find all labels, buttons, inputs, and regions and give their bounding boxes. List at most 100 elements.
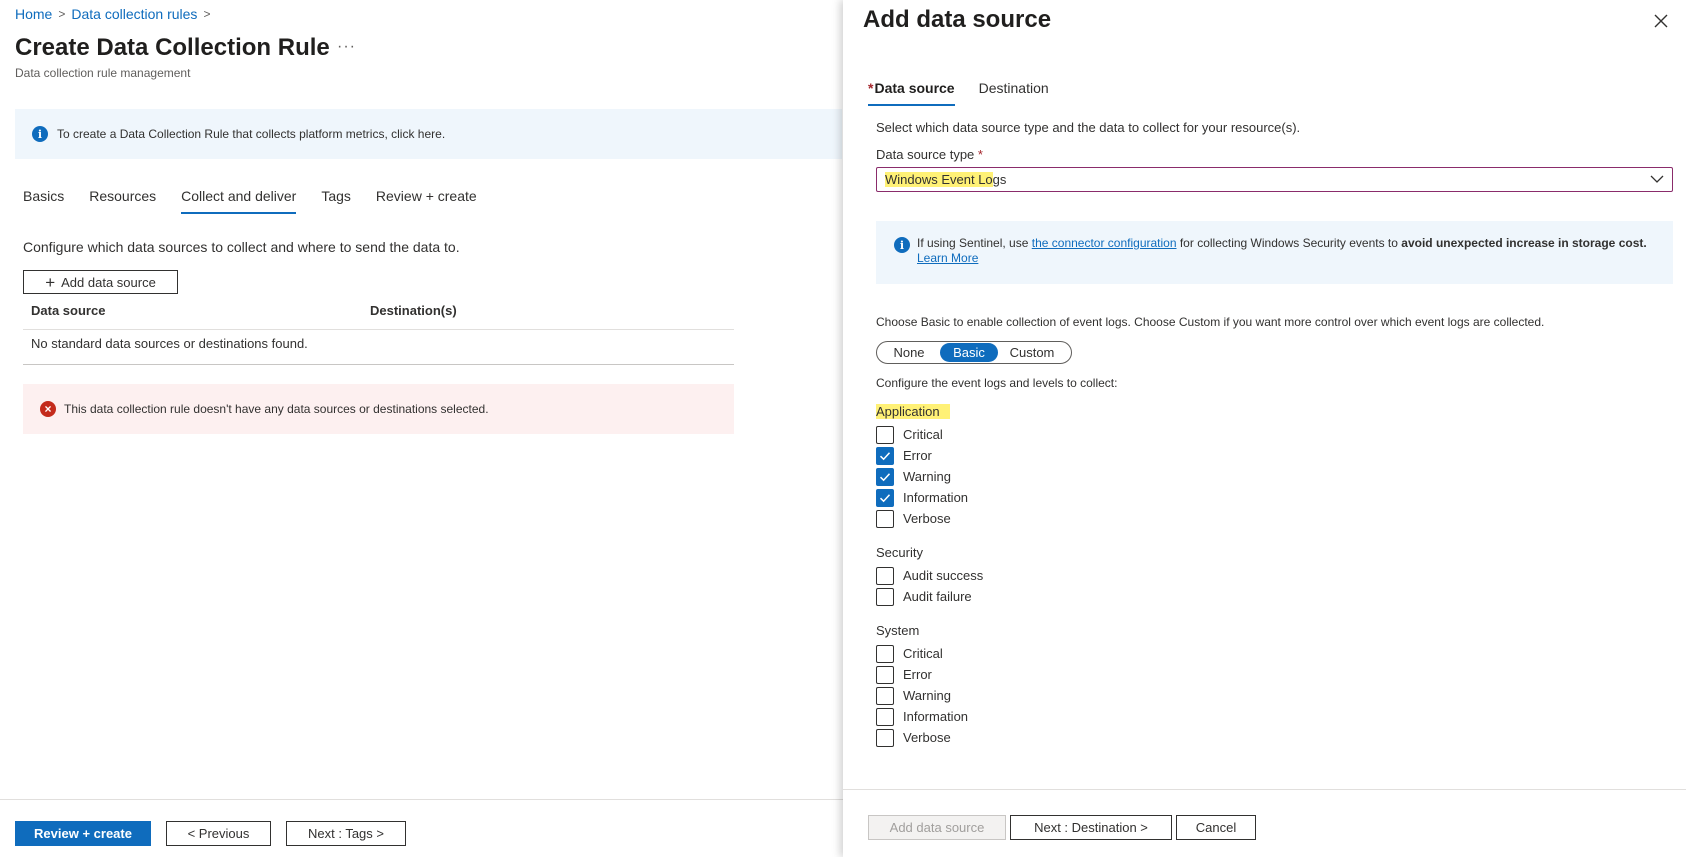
checkmark-icon	[879, 472, 891, 481]
checkbox-system-critical[interactable]	[876, 644, 894, 663]
configure-logs-text: Configure the event logs and levels to c…	[876, 376, 1118, 390]
tab-basics[interactable]: Basics	[23, 188, 64, 214]
add-data-source-label: Add data source	[61, 274, 156, 290]
data-sources-grid-header: Data source Destination(s)	[23, 302, 734, 330]
previous-button[interactable]: < Previous	[166, 821, 271, 846]
review-create-button[interactable]: Review + create	[15, 821, 151, 846]
group-title-security: Security	[876, 545, 923, 560]
sentinel-text-middle: for collecting Windows Security events t…	[1176, 236, 1402, 250]
learn-more-link[interactable]: Learn More	[917, 251, 978, 265]
page-title: Create Data Collection Rule	[15, 34, 330, 61]
checkbox-application-critical[interactable]	[876, 425, 894, 444]
checkbox-row-system-information[interactable]: Information	[876, 707, 968, 726]
checkbox-row-system-warning[interactable]: Warning	[876, 686, 951, 705]
chevron-right-icon: >	[203, 7, 211, 21]
dropdown-value-highlighted: Windows Event Lo	[885, 172, 993, 187]
checkbox-row-application-warning[interactable]: Warning	[876, 467, 951, 486]
mode-none-option[interactable]: None	[878, 343, 940, 362]
checkbox-application-warning[interactable]	[876, 467, 894, 486]
checkbox-application-error[interactable]	[876, 446, 894, 465]
checkbox-label: Warning	[903, 688, 951, 703]
checkbox-application-information[interactable]	[876, 488, 894, 507]
validation-error-text: This data collection rule doesn't have a…	[64, 402, 489, 416]
tab-resources[interactable]: Resources	[89, 188, 156, 214]
connector-configuration-link[interactable]: the connector configuration	[1032, 236, 1177, 250]
add-data-source-button[interactable]: + Add data source	[23, 270, 178, 294]
mode-basic-option[interactable]: Basic	[940, 343, 998, 362]
checkbox-label: Warning	[903, 469, 951, 484]
cancel-button[interactable]: Cancel	[1176, 815, 1256, 840]
close-icon[interactable]	[1652, 12, 1670, 30]
info-icon: i	[894, 237, 910, 253]
panel-instructions: Select which data source type and the da…	[876, 120, 1301, 135]
checkbox-label: Information	[903, 490, 969, 505]
sentinel-text-prefix: If using Sentinel, use	[917, 236, 1032, 250]
error-icon: ×	[40, 401, 56, 417]
checkbox-application-verbose[interactable]	[876, 509, 894, 528]
checkbox-label: Audit success	[903, 568, 984, 583]
add-data-source-panel: Add data source *Data source Destination…	[843, 0, 1686, 857]
validation-error-banner: × This data collection rule doesn't have…	[23, 384, 734, 434]
checkbox-system-information[interactable]	[876, 707, 894, 726]
chevron-down-icon	[1650, 175, 1664, 183]
checkbox-row-system-critical[interactable]: Critical	[876, 644, 943, 663]
data-source-type-dropdown[interactable]: Windows Event Lo gs	[876, 167, 1673, 192]
checkbox-label: Audit failure	[903, 589, 972, 604]
tab-data-source[interactable]: *Data source	[868, 80, 955, 106]
checkbox-row-security-audit-failure[interactable]: Audit failure	[876, 587, 972, 606]
panel-title: Add data source	[863, 6, 1052, 33]
breadcrumb-home-link[interactable]: Home	[15, 6, 52, 22]
checkbox-row-application-critical[interactable]: Critical	[876, 425, 943, 444]
page-subtitle: Data collection rule management	[15, 66, 191, 80]
wizard-tabs: Basics Resources Collect and deliver Tag…	[23, 188, 502, 214]
checkbox-system-verbose[interactable]	[876, 728, 894, 747]
checkbox-system-error[interactable]	[876, 665, 894, 684]
checkbox-label: Critical	[903, 427, 943, 442]
data-source-type-label-text: Data source type	[876, 147, 975, 162]
panel-footer-divider	[843, 789, 1686, 790]
checkbox-row-application-verbose[interactable]: Verbose	[876, 509, 951, 528]
tab-review-create[interactable]: Review + create	[376, 188, 477, 214]
checkbox-label: Error	[903, 448, 932, 463]
checkbox-label: Error	[903, 667, 932, 682]
sentinel-text-bold: avoid unexpected increase in storage cos…	[1401, 236, 1647, 250]
required-mark: *	[868, 80, 874, 96]
choose-mode-description: Choose Basic to enable collection of eve…	[876, 315, 1545, 329]
checkbox-security-audit-failure[interactable]	[876, 587, 894, 606]
empty-grid-message: No standard data sources or destinations…	[23, 330, 734, 365]
checkbox-label: Critical	[903, 646, 943, 661]
add-data-source-submit-button[interactable]: Add data source	[868, 815, 1006, 840]
checkbox-row-system-error[interactable]: Error	[876, 665, 932, 684]
data-source-type-label: Data source type *	[876, 147, 983, 162]
plus-icon: +	[45, 272, 56, 292]
group-title-application: Application	[876, 404, 950, 419]
next-destination-button[interactable]: Next : Destination >	[1010, 815, 1172, 840]
tab-data-source-label: Data source	[874, 80, 955, 96]
tab-collect-and-deliver[interactable]: Collect and deliver	[181, 188, 297, 214]
tab-tags[interactable]: Tags	[321, 188, 351, 214]
breadcrumb-data-collection-rules-link[interactable]: Data collection rules	[71, 6, 197, 22]
tab-destination[interactable]: Destination	[979, 80, 1049, 96]
platform-metrics-info-banner[interactable]: i To create a Data Collection Rule that …	[15, 109, 842, 159]
checkmark-icon	[879, 451, 891, 460]
mode-custom-option[interactable]: Custom	[998, 343, 1066, 362]
checkbox-row-application-error[interactable]: Error	[876, 446, 932, 465]
checkbox-row-system-verbose[interactable]: Verbose	[876, 728, 951, 747]
checkbox-security-audit-success[interactable]	[876, 566, 894, 585]
more-options-icon[interactable]: ···	[337, 38, 356, 56]
checkbox-row-security-audit-success[interactable]: Audit success	[876, 566, 983, 585]
column-header-destinations: Destination(s)	[370, 303, 457, 318]
checkbox-system-warning[interactable]	[876, 686, 894, 705]
info-icon: i	[32, 126, 48, 142]
next-tags-button[interactable]: Next : Tags >	[286, 821, 406, 846]
column-header-data-source: Data source	[31, 303, 106, 318]
sentinel-info-banner: i If using Sentinel, use the connector c…	[876, 221, 1673, 284]
footer-divider	[0, 799, 843, 800]
breadcrumb: Home > Data collection rules >	[15, 6, 210, 22]
checkmark-icon	[879, 493, 891, 502]
panel-tabs: *Data source Destination	[868, 80, 1073, 106]
checkbox-row-application-information[interactable]: Information	[876, 488, 968, 507]
checkbox-label: Verbose	[903, 511, 951, 526]
collection-mode-toggle: None Basic Custom	[876, 341, 1072, 364]
chevron-right-icon: >	[58, 7, 66, 21]
